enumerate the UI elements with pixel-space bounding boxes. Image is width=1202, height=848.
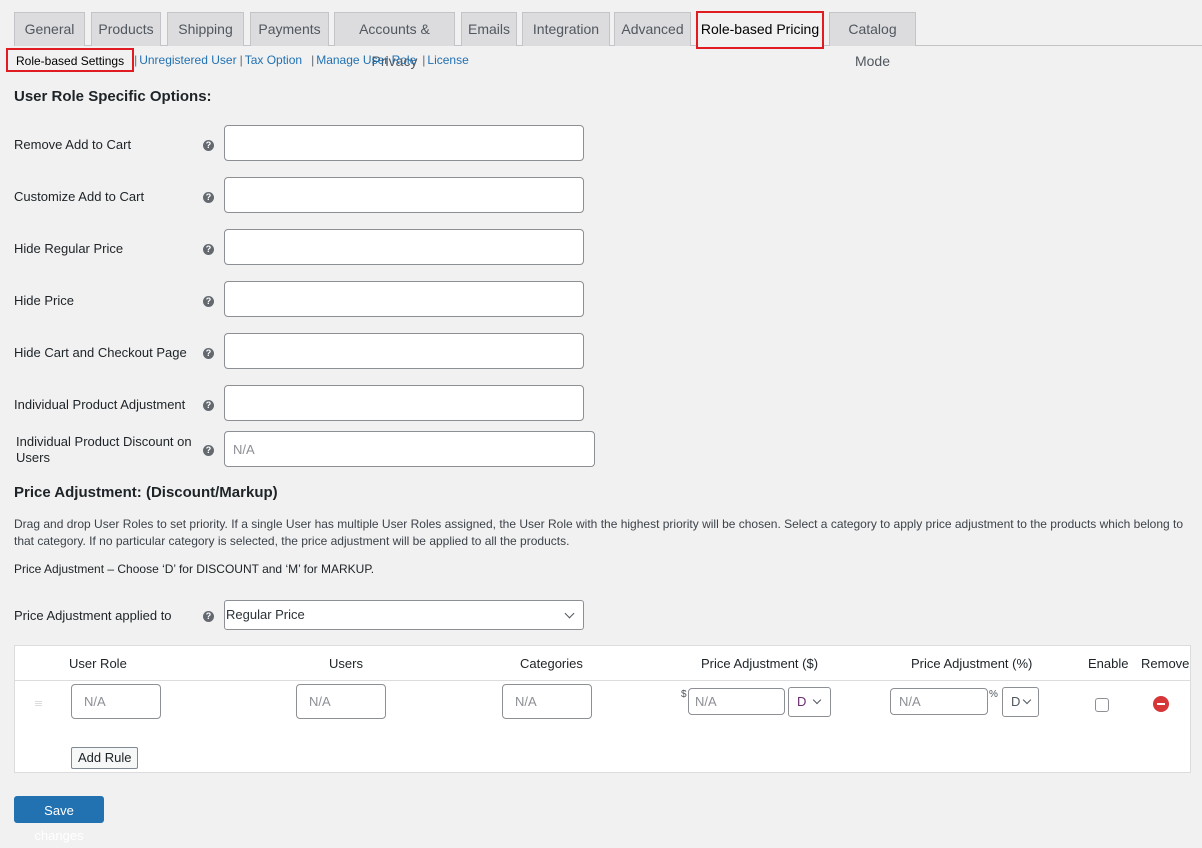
price-adjustment-fixed-type-select[interactable]: D [788,687,831,717]
settings-tabs: General Products Shipping Payments Accou… [14,11,1202,69]
price-adjustment-note: Price Adjustment – Choose ‘D’ for DISCOU… [14,562,375,576]
selected-value: D [797,694,807,709]
column-header-users: Users [329,656,363,671]
column-header-enable: Enable [1088,656,1129,671]
price-adjustment-applied-to-select[interactable]: Regular Price [224,600,584,630]
column-header-remove: Remove [1141,656,1190,671]
help-icon[interactable]: ? [203,348,214,359]
label-hide-regular-price: Hide Regular Price [14,241,124,256]
header-divider [15,680,1190,681]
price-adjustment-percent-type-select[interactable]: D [1002,687,1039,717]
help-icon[interactable]: ? [203,400,214,411]
subnav-separator: | [311,53,315,67]
hide-price-input[interactable] [224,281,584,317]
tab-integration[interactable]: Integration [522,12,610,46]
help-icon[interactable]: ? [203,611,214,622]
tab-role-based-pricing[interactable]: Role-based Pricing [696,11,824,49]
label-hide-cart-checkout: Hide Cart and Checkout Page [14,345,187,360]
enable-checkbox[interactable] [1095,698,1109,712]
tab-payments[interactable]: Payments [250,12,329,46]
help-icon[interactable]: ? [203,140,214,151]
column-header-price-adjustment-percent: Price Adjustment (%) [911,656,1033,671]
help-icon[interactable]: ? [203,192,214,203]
percent-unit: % [989,689,998,700]
column-header-categories: Categories [520,656,583,671]
users-input[interactable] [296,684,386,719]
chevron-down-icon [564,608,575,619]
tab-catalog-mode[interactable]: Catalog Mode [829,12,916,69]
remove-icon[interactable] [1153,696,1169,712]
subnav-tax-option[interactable]: Tax Option [245,53,302,67]
individual-product-adjustment-input[interactable] [224,385,584,421]
chevron-down-icon [812,695,822,705]
tab-accounts-privacy[interactable]: Accounts & Privacy [334,12,455,69]
customize-add-to-cart-input[interactable] [224,177,584,213]
tab-products[interactable]: Products [91,12,161,46]
user-role-input[interactable] [71,684,161,719]
subnav-license[interactable]: License [427,53,468,67]
subnav-manage-user-role[interactable]: Manage User Role [316,53,416,67]
subnav-separator: | [239,53,243,67]
help-icon[interactable]: ? [203,445,214,456]
add-rule-button[interactable]: Add Rule [71,747,139,769]
price-adjustment-percent-input[interactable] [890,688,988,715]
subnav-separator: | [134,53,138,67]
column-header-user-role: User Role [69,656,127,671]
rules-table: User Role Users Categories Price Adjustm… [14,645,1191,773]
help-icon[interactable]: ? [203,296,214,307]
dollar-unit: $ [681,689,687,700]
label-hide-price: Hide Price [14,293,74,308]
selected-value: D [1011,694,1021,709]
chevron-down-icon [1022,695,1032,705]
tab-shipping[interactable]: Shipping [167,12,244,46]
save-changes-button[interactable]: Save changes [14,796,104,843]
label-individual-product-discount: Individual Product Discount on Users [16,434,192,465]
drag-handle-icon[interactable] [35,701,42,707]
subnav-separator: | [422,53,426,67]
help-icon[interactable]: ? [203,244,214,255]
tab-advanced[interactable]: Advanced [614,12,691,46]
tab-general[interactable]: General [14,12,85,46]
categories-input[interactable] [502,684,592,719]
section-title-user-role-options: User Role Specific Options: [14,88,212,105]
selected-value: Regular Price [226,607,305,622]
tab-emails[interactable]: Emails [461,12,517,46]
individual-product-discount-input[interactable] [224,431,595,467]
label-customize-add-to-cart: Customize Add to Cart [14,189,145,204]
hide-cart-checkout-input[interactable] [224,333,584,369]
remove-add-to-cart-input[interactable] [224,125,584,161]
price-adjustment-description: Drag and drop User Roles to set priority… [14,517,1184,548]
price-adjustment-fixed-input[interactable] [688,688,785,715]
hide-regular-price-input[interactable] [224,229,584,265]
label-individual-product-adjustment: Individual Product Adjustment [14,397,186,412]
column-header-price-adjustment-fixed: Price Adjustment ($) [701,656,819,671]
subnav-unregistered-user[interactable]: Unregistered User [139,53,236,67]
label-price-adjustment-applied-to: Price Adjustment applied to [14,608,172,623]
label-remove-add-to-cart: Remove Add to Cart [14,137,132,152]
subnav-role-based-settings[interactable]: Role-based Settings [6,48,135,72]
sub-navigation: Role-based Settings | Unregistered User … [6,48,469,72]
section-title-price-adjustment: Price Adjustment: (Discount/Markup) [14,484,278,501]
